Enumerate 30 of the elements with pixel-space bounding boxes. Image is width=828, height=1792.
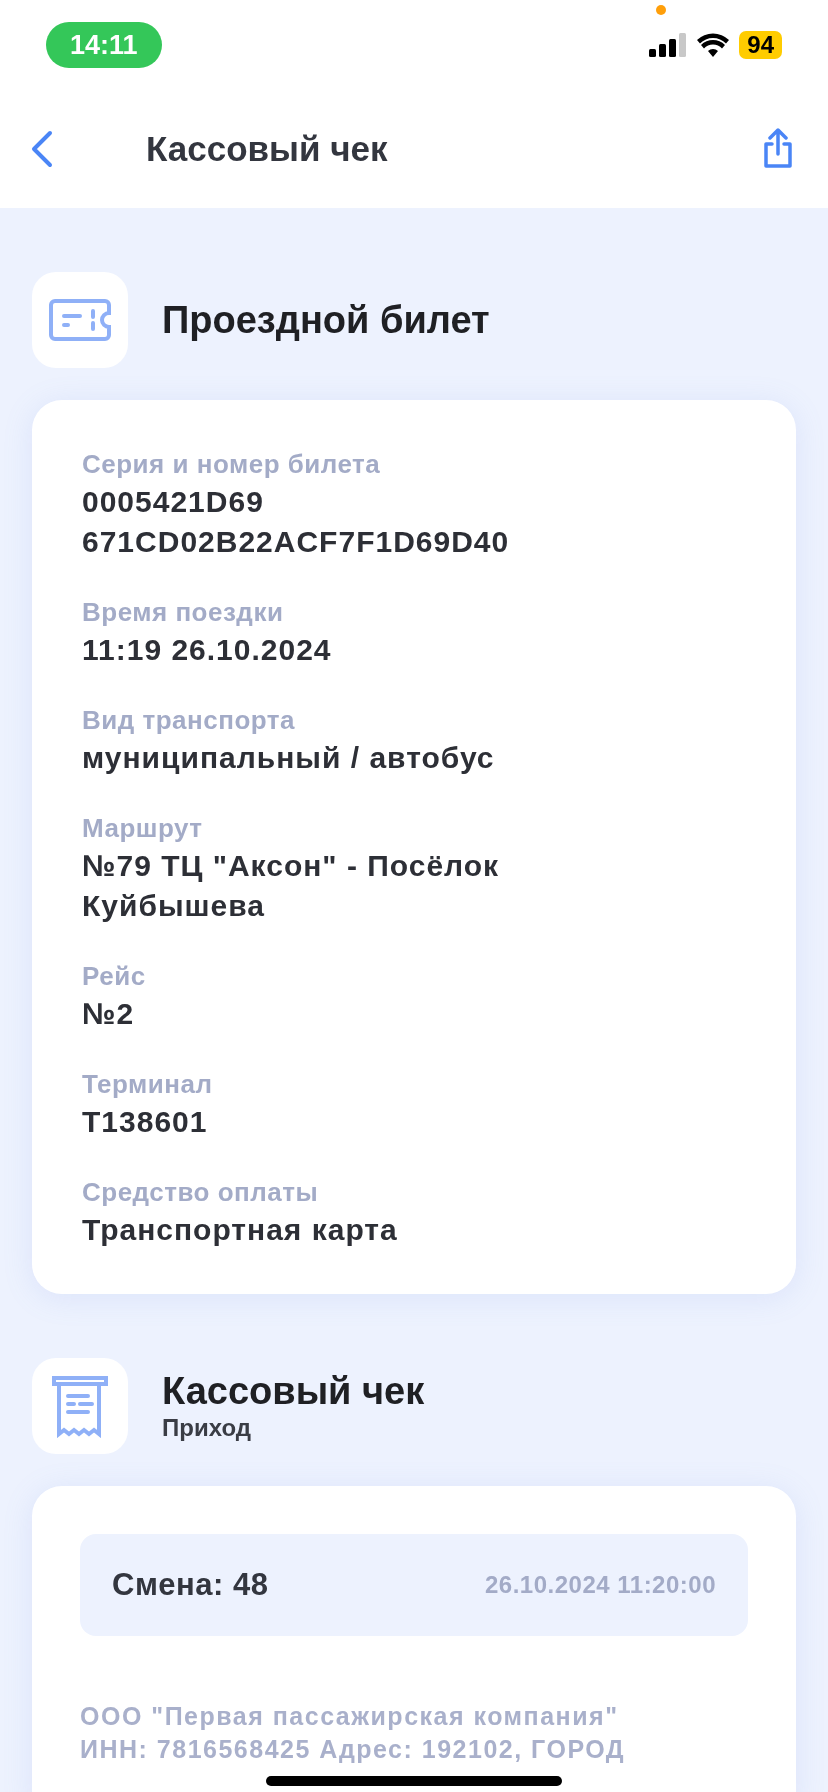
- section-subtitle: Приход: [162, 1413, 252, 1443]
- field-value: 11:19 26.10.2024: [82, 632, 333, 668]
- wifi-icon: [697, 33, 730, 57]
- page-title: Кассовый чек: [146, 127, 389, 170]
- field-label: Маршрут: [82, 812, 204, 845]
- shift-datetime: 26.10.2024 11:20:00: [484, 1570, 716, 1600]
- section-title: Кассовый чек: [162, 1369, 425, 1413]
- company-info: ООО "Первая пассажирская компания": [80, 1701, 620, 1732]
- field-value: 0005421D69 671CD02B22ACF7F1D69D40: [82, 484, 511, 560]
- field-value: №79 ТЦ "Аксон" - Посёлок Куйбышева: [82, 848, 501, 924]
- field-label: Вид транспорта: [82, 704, 297, 737]
- field-label: Серия и номер билета: [82, 448, 382, 481]
- status-time: 14:11: [46, 21, 162, 69]
- field-value: №2: [82, 996, 136, 1032]
- field-label: Средство оплаты: [82, 1176, 320, 1209]
- shift-number: Смена: 48: [112, 1565, 269, 1604]
- field-label: Рейс: [82, 960, 147, 993]
- field-value: T138601: [82, 1104, 209, 1140]
- section-title: Проездной билет: [162, 297, 490, 343]
- field-value: Транспортная карта: [82, 1212, 399, 1248]
- field-value: муниципальный / автобус: [82, 740, 496, 776]
- receipt-icon: [50, 1374, 110, 1438]
- signal-icon: [649, 33, 688, 57]
- share-icon: [761, 128, 795, 170]
- back-icon: [30, 129, 54, 169]
- battery-level: 94: [739, 31, 782, 59]
- ticket-icon: [47, 297, 113, 343]
- field-label: Время поездки: [82, 596, 285, 629]
- field-label: Терминал: [82, 1068, 214, 1101]
- company-info: ИНН: 7816568425 Адрес: 192102, ГОРОД: [80, 1734, 627, 1765]
